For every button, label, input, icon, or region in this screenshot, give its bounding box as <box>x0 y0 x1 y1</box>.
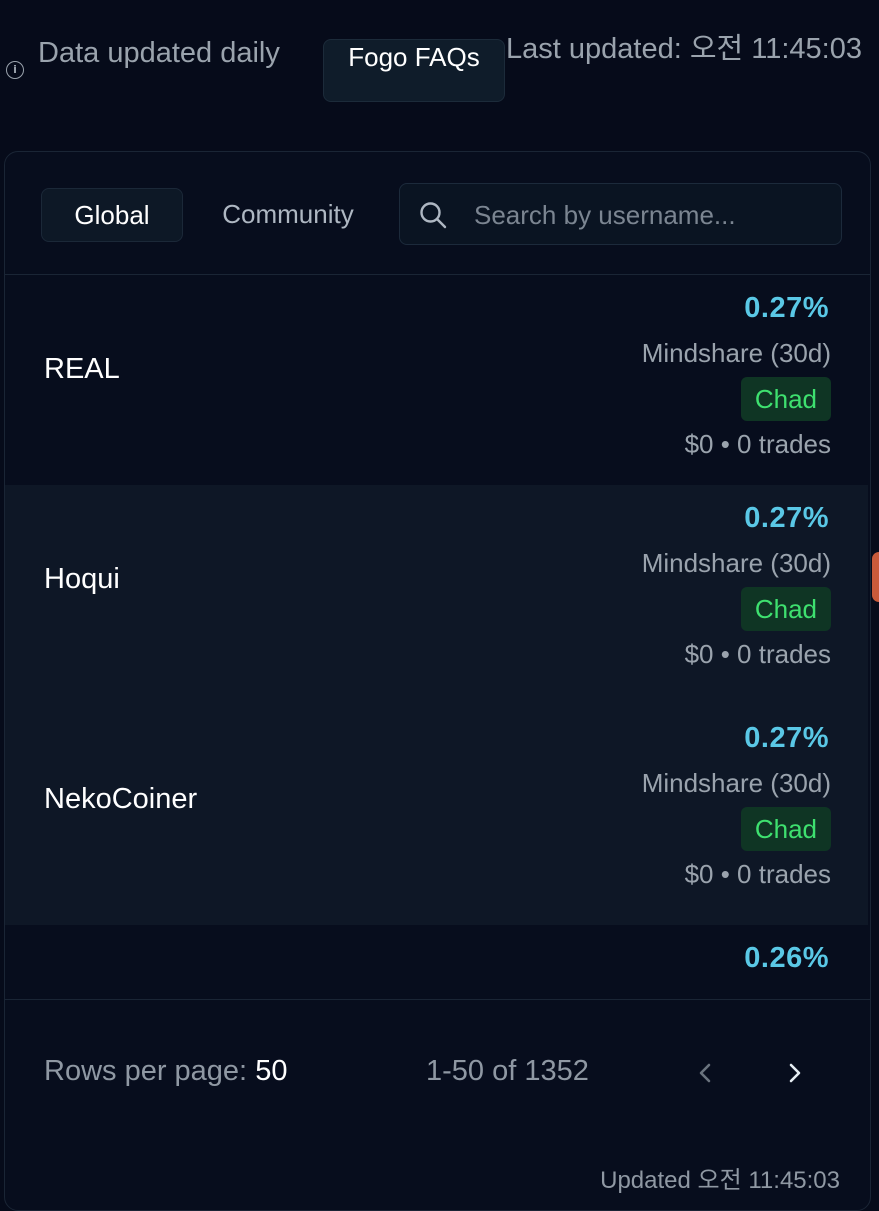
chevron-right-icon <box>789 1063 801 1083</box>
next-page-button[interactable] <box>778 1056 812 1090</box>
tab-community[interactable]: Community <box>201 188 375 242</box>
fogo-faqs-button[interactable]: Fogo FAQs <box>323 39 505 102</box>
rows-per-page-value[interactable]: 50 <box>255 1055 287 1087</box>
data-updated-note: Data updated daily <box>38 37 280 69</box>
username[interactable]: REAL <box>44 353 120 386</box>
top-bar: i Data updated daily Fogo FAQs Last upda… <box>0 0 879 140</box>
chevron-left-icon <box>699 1063 711 1083</box>
mindshare-percent: 0.27% <box>744 722 829 754</box>
rank-badge: Chad <box>740 807 831 851</box>
mindshare-label: Mindshare (30d) <box>641 338 831 368</box>
search-input[interactable] <box>472 184 836 246</box>
search-box[interactable] <box>399 183 842 246</box>
last-updated-text: Last updated: 오전 11:45:03 <box>506 33 862 65</box>
mindshare-percent: 0.27% <box>744 292 829 324</box>
table-row[interactable]: NekoCoiner 0.27% Mindshare (30d) Chad $0… <box>5 705 868 925</box>
trade-stats: $0 • 0 trades <box>684 859 831 889</box>
rank-badge: Chad <box>740 587 831 631</box>
username[interactable]: Hoqui <box>44 563 120 596</box>
tab-global[interactable]: Global <box>41 188 183 242</box>
updated-timestamp: Updated 오전 11:45:03 <box>600 1167 840 1194</box>
rows-per-page-label: Rows per page: <box>44 1055 248 1087</box>
info-icon: i <box>6 61 24 79</box>
mindshare-percent: 0.27% <box>744 502 829 534</box>
mindshare-label: Mindshare (30d) <box>641 768 831 798</box>
trade-stats: $0 • 0 trades <box>684 639 831 669</box>
leaderboard-panel: Global Community REAL 0.27% Mindshare (3… <box>4 151 871 1211</box>
table-row[interactable]: 0.26% <box>5 925 868 1000</box>
pagination-range: 1-50 of 1352 <box>426 1055 589 1087</box>
rows-per-page[interactable]: Rows per page: 50 <box>44 1055 287 1088</box>
trade-stats: $0 • 0 trades <box>684 429 831 459</box>
footer-divider <box>5 999 870 1000</box>
search-icon <box>420 202 447 229</box>
table-row[interactable]: REAL 0.27% Mindshare (30d) Chad $0 • 0 t… <box>5 275 868 495</box>
rank-badge: Chad <box>740 377 831 421</box>
prev-page-button[interactable] <box>688 1056 722 1090</box>
table-row[interactable]: Hoqui 0.27% Mindshare (30d) Chad $0 • 0 … <box>5 485 868 705</box>
username[interactable]: NekoCoiner <box>44 783 197 816</box>
mindshare-percent: 0.26% <box>744 942 829 974</box>
edge-indicator <box>872 552 879 602</box>
mindshare-label: Mindshare (30d) <box>641 548 831 578</box>
